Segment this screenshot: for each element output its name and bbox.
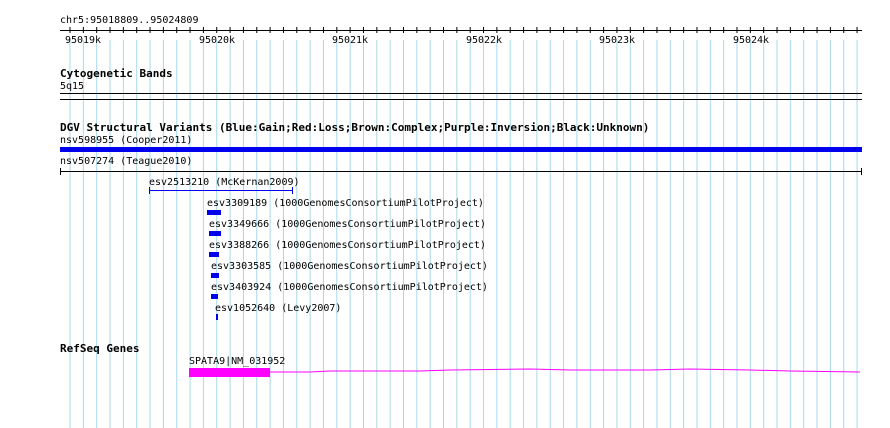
- variant-bar-esv2513210-start: [149, 187, 150, 194]
- variant-label-esv1052640[interactable]: esv1052640 (Levy2007): [215, 303, 341, 315]
- variant-label-esv2513210[interactable]: esv2513210 (McKernan2009): [149, 177, 300, 189]
- track-title-refseq-genes[interactable]: RefSeq Genes: [60, 343, 139, 355]
- gene-intron-line[interactable]: [270, 365, 862, 377]
- variant-label-esv3388266[interactable]: esv3388266 (1000GenomesConsortiumPilotPr…: [209, 240, 486, 252]
- variant-label-nsv507274[interactable]: nsv507274 (Teague2010): [60, 156, 192, 168]
- cytoband-top-line: [60, 93, 862, 94]
- vertical-grid-lines: [69, 27, 858, 428]
- ruler-tick-label: 95021k: [331, 35, 369, 46]
- ruler-tick-label: 95020k: [198, 35, 236, 46]
- ruler-tick-label: 95023k: [598, 35, 636, 46]
- variant-bar-nsv598955[interactable]: [60, 147, 862, 152]
- ruler-line: [60, 30, 862, 31]
- coordinate-label: chr5:95018809..95024809: [60, 15, 199, 26]
- variant-bar-nsv507274[interactable]: [60, 171, 862, 172]
- variant-bar-esv1052640[interactable]: [216, 314, 218, 320]
- track-title-dgv-structural-variants[interactable]: DGV Structural Variants (Blue:Gain;Red:L…: [60, 122, 649, 134]
- variant-label-esv3403924[interactable]: esv3403924 (1000GenomesConsortiumPilotPr…: [211, 282, 488, 294]
- variant-bar-nsv507274-start: [60, 168, 61, 175]
- variant-label-esv3303585[interactable]: esv3303585 (1000GenomesConsortiumPilotPr…: [211, 261, 488, 273]
- variant-bar-esv2513210[interactable]: [149, 190, 293, 191]
- gene-exon-block[interactable]: [189, 368, 270, 377]
- variant-bar-esv2513210-end: [292, 187, 293, 194]
- variant-bar-nsv507274-end: [861, 168, 862, 175]
- ruler-tick-label: 95022k: [465, 35, 503, 46]
- variant-bar-esv3309189[interactable]: [207, 210, 221, 215]
- variant-bar-esv3403924[interactable]: [211, 294, 218, 299]
- track-title-cytogenetic-bands[interactable]: Cytogenetic Bands: [60, 68, 173, 80]
- variant-bar-esv3303585[interactable]: [211, 273, 219, 278]
- cytoband-bottom-line: [60, 99, 862, 100]
- variant-label-esv3309189[interactable]: esv3309189 (1000GenomesConsortiumPilotPr…: [207, 198, 484, 210]
- ruler-tick-label: 95024k: [732, 35, 770, 46]
- cytoband-label: 5q15: [60, 81, 85, 92]
- variant-label-nsv598955[interactable]: nsv598955 (Cooper2011): [60, 135, 192, 147]
- variant-bar-esv3349666[interactable]: [209, 231, 221, 236]
- ruler-tick-label: 95019k: [64, 35, 102, 46]
- variant-bar-esv3388266[interactable]: [209, 252, 219, 257]
- variant-label-esv3349666[interactable]: esv3349666 (1000GenomesConsortiumPilotPr…: [209, 219, 486, 231]
